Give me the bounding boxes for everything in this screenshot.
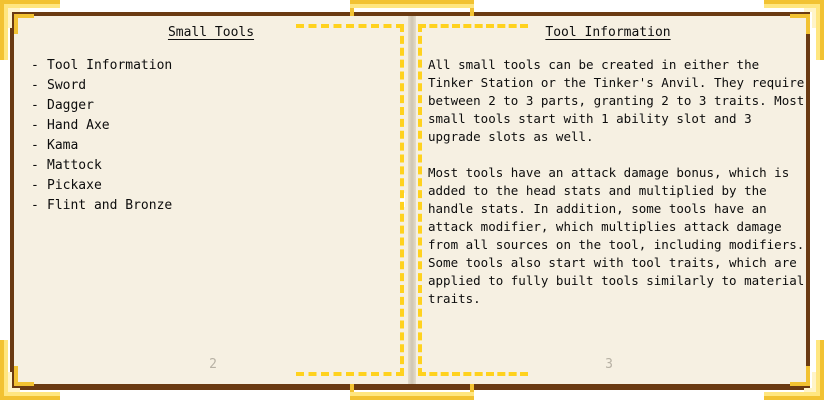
right-page-title: Tool Information	[545, 25, 671, 40]
book-spine	[408, 16, 416, 384]
toc-item-tool-information[interactable]: - Tool Information	[31, 56, 172, 76]
toc-item-hand-axe[interactable]: - Hand Axe	[31, 116, 172, 136]
toc-item-sword[interactable]: - Sword	[31, 76, 172, 96]
toc-item-kama[interactable]: - Kama	[31, 136, 172, 156]
toc-item-label: Dagger	[47, 98, 94, 113]
right-page-number: 3	[605, 357, 613, 372]
left-page-number: 2	[209, 357, 217, 372]
right-page-body: All small tools can be created in either…	[428, 56, 806, 326]
toc-item-label: Hand Axe	[47, 118, 110, 133]
toc-bullet: -	[31, 118, 39, 133]
toc-item-pickaxe[interactable]: - Pickaxe	[31, 176, 172, 196]
toc-bullet: -	[31, 178, 39, 193]
toc-bullet: -	[31, 138, 39, 153]
toc-item-label: Sword	[47, 78, 87, 93]
toc-item-mattock[interactable]: - Mattock	[31, 156, 172, 176]
toc-bullet: -	[31, 158, 39, 173]
toc-item-label: Pickaxe	[47, 178, 102, 193]
toc-item-label: Flint and Bronze	[47, 198, 173, 213]
toc-item-flint-and-bronze[interactable]: - Flint and Bronze	[31, 196, 172, 216]
table-of-contents: - Tool Information - Sword - Dagger - Hand A…	[31, 56, 172, 216]
toc-item-label: Kama	[47, 138, 79, 153]
guide-book: Small Tools - Tool Information - Sword - Da…	[0, 0, 824, 400]
body-paragraph: Most tools have an attack damage bonus, …	[428, 165, 805, 306]
toc-bullet: -	[31, 198, 39, 213]
toc-bullet: -	[31, 98, 39, 113]
page-decor-bracket-left	[296, 24, 404, 376]
toc-item-label: Tool Information	[47, 58, 173, 73]
toc-item-dagger[interactable]: - Dagger	[31, 96, 172, 116]
toc-item-label: Mattock	[47, 158, 102, 173]
toc-bullet: -	[31, 58, 39, 73]
left-page-title: Small Tools	[167, 25, 255, 40]
body-paragraph: All small tools can be created in either…	[428, 57, 805, 144]
toc-bullet: -	[31, 78, 39, 93]
